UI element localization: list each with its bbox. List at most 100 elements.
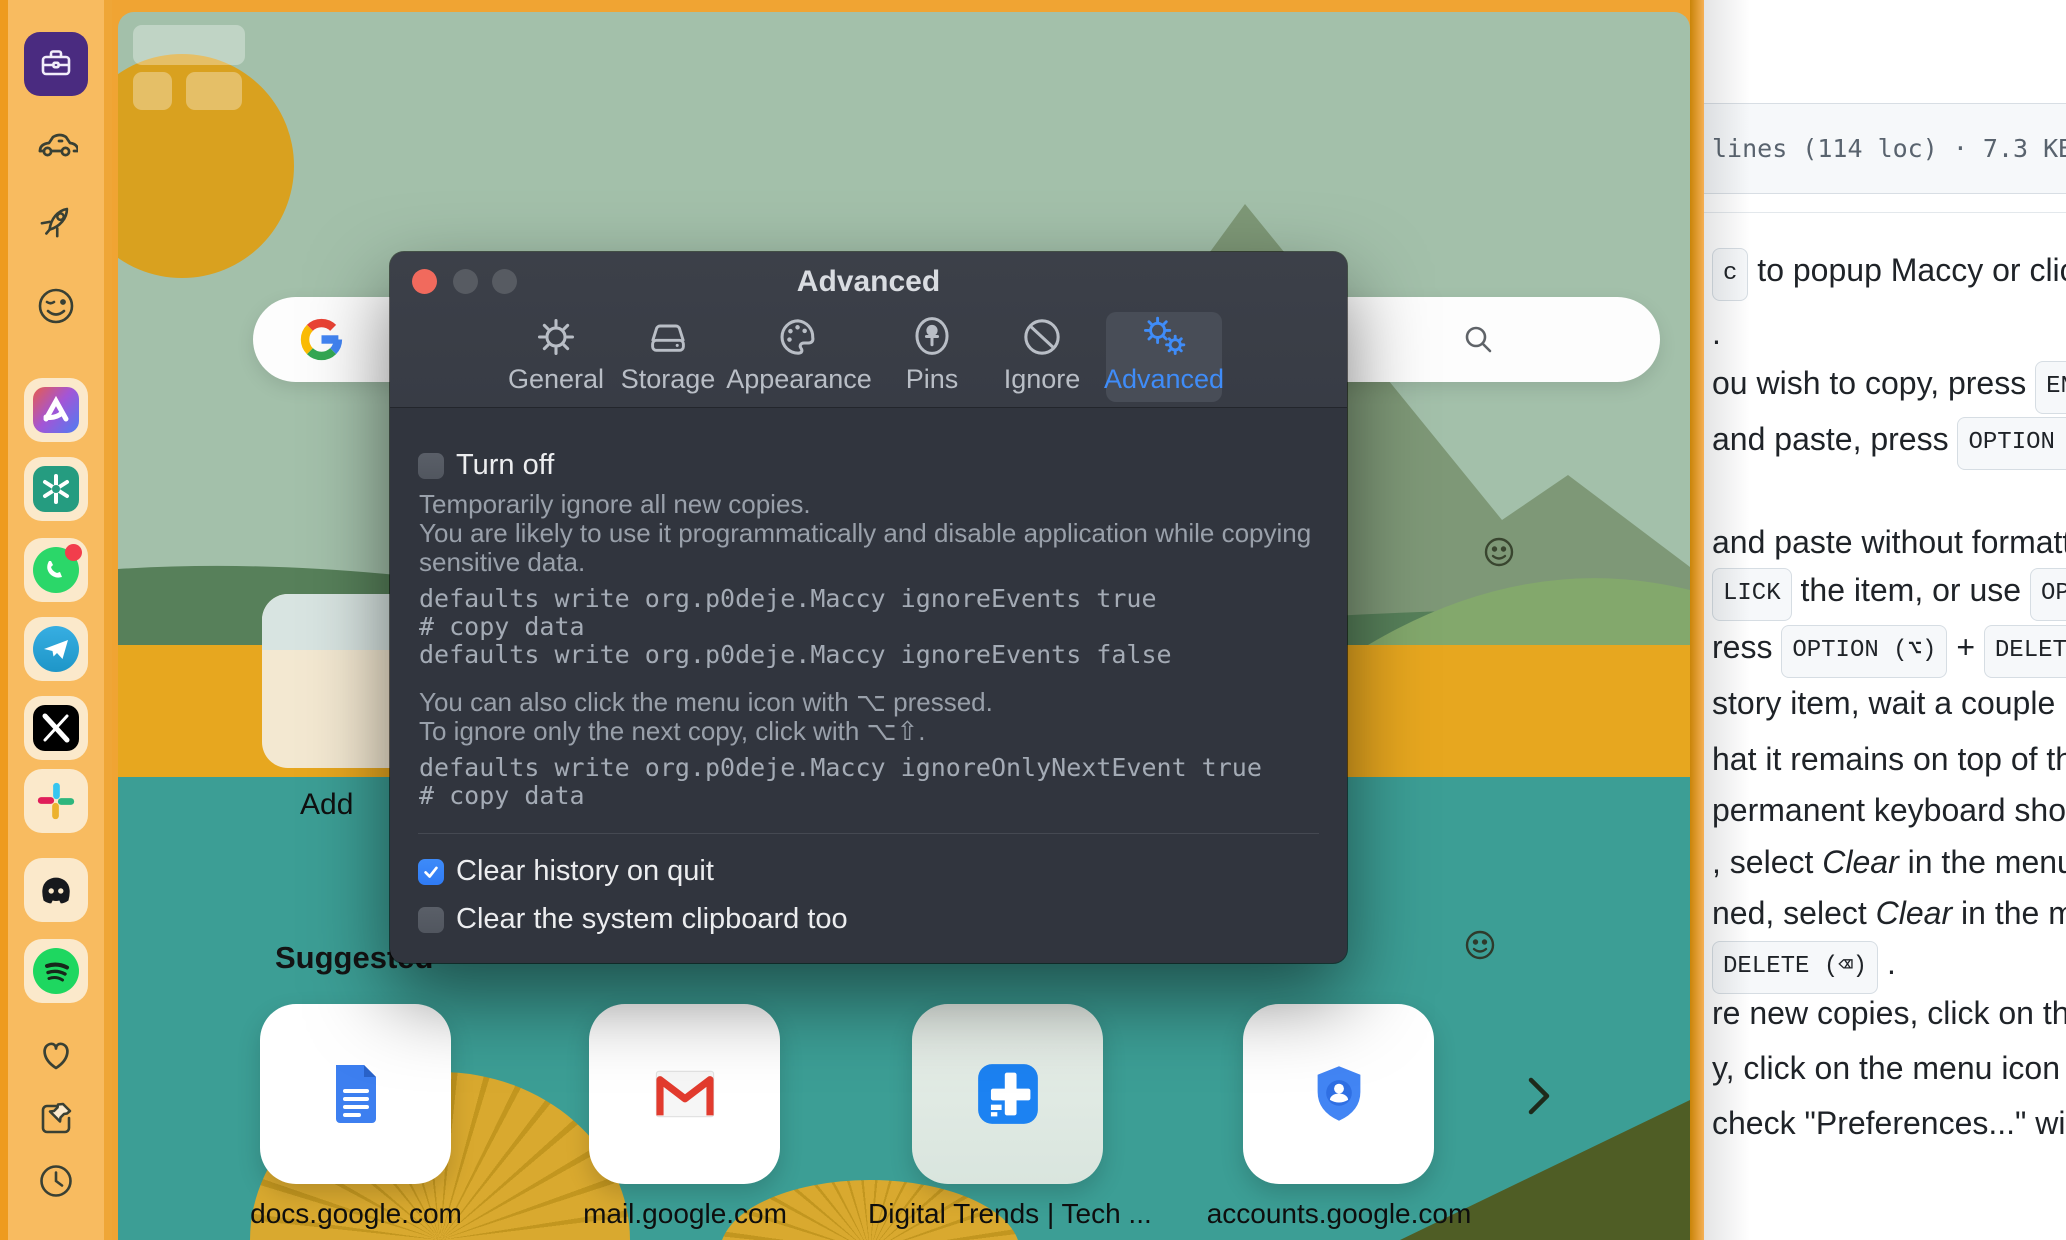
readme-text: +	[1947, 629, 1983, 665]
kbd-badge: ENTER	[2035, 361, 2066, 414]
clock-icon	[36, 1161, 76, 1201]
menu-hint-2: To ignore only the next copy, click with…	[419, 717, 1319, 746]
app-spotify[interactable]	[24, 939, 88, 1003]
add-shortcut-label: Add	[300, 788, 353, 822]
tab-appearance[interactable]: Appearance	[724, 312, 874, 402]
app-slack[interactable]	[24, 769, 88, 833]
smiley-doodle	[1461, 926, 1499, 964]
shortcut-label: mail.google.com	[545, 1198, 825, 1230]
clear-clipboard-row[interactable]: Clear the system clipboard too	[418, 903, 848, 936]
pin-share-icon	[36, 1098, 76, 1138]
readme-line: ress OPTION (⌥) + DELETE	[1712, 625, 2066, 678]
readme-text: the item, or use	[1792, 572, 2030, 608]
readme-text: in the m	[1952, 895, 2066, 931]
app-whatsapp[interactable]	[24, 538, 88, 602]
readme-line: story item, wait a couple	[1712, 681, 2055, 725]
clear-history-row[interactable]: Clear history on quit	[418, 855, 714, 888]
discord-icon	[33, 867, 79, 913]
internal-drive-icon	[593, 312, 743, 358]
telegram-icon	[33, 626, 79, 672]
dialog-title: Advanced	[390, 265, 1347, 299]
readme-line: y, click on the menu icon	[1712, 1046, 2060, 1090]
readme-line: LICK the item, or use OPTION	[1712, 568, 2066, 621]
readme-text: ned, select	[1712, 895, 1876, 931]
shortcut-digital-trends[interactable]	[912, 1004, 1103, 1184]
defaults-code-block-2: defaults write org.p0deje.Maccy ignoreOn…	[419, 754, 1262, 810]
workspace-briefcase-tile[interactable]	[24, 32, 88, 96]
tab-storage[interactable]: Storage	[593, 312, 743, 402]
wink-face-tab[interactable]	[34, 284, 78, 328]
ignore-description-2: You are likely to use it programmaticall…	[419, 519, 1324, 577]
turn-off-row[interactable]: Turn off	[418, 449, 554, 482]
app-arc[interactable]	[24, 378, 88, 442]
clear-history-label: Clear history on quit	[456, 855, 714, 888]
kbd-badge: LICK	[1712, 568, 1792, 621]
maccy-preferences-window: Advanced General Storage Appearance	[390, 252, 1347, 963]
readme-line: and paste, press OPTION (⌥	[1712, 417, 2066, 470]
shortcut-label: docs.google.com	[216, 1198, 496, 1230]
shortcut-docs[interactable]	[260, 1004, 451, 1184]
kbd-badge: OPTION	[2030, 568, 2066, 621]
readme-line: ou wish to copy, press ENTER	[1712, 361, 2066, 414]
readme-text: check "Preferences..." wi	[1712, 1105, 2066, 1141]
readme-text: .	[1878, 945, 1896, 981]
file-meta-text: lines (114 loc) · 7.3 KB	[1712, 134, 2066, 163]
more-shortcuts-chevron[interactable]	[1526, 1074, 1552, 1123]
paint-palette-icon	[724, 312, 874, 358]
pinned-tab[interactable]	[36, 1098, 76, 1138]
app-chatgpt[interactable]	[24, 457, 88, 521]
app-telegram[interactable]	[24, 617, 88, 681]
briefcase-icon	[36, 44, 76, 84]
clear-history-checkbox[interactable]	[418, 859, 444, 885]
spotify-icon	[33, 948, 79, 994]
readme-line: ned, select Clear in the m	[1712, 891, 2066, 935]
search-icon[interactable]	[1463, 324, 1494, 355]
tab-advanced[interactable]: Advanced	[1089, 312, 1239, 402]
readme-text: and paste without formatti	[1712, 524, 2066, 560]
kbd-badge: c	[1712, 248, 1748, 301]
readme-text: re new copies, click on the	[1712, 995, 2066, 1031]
ignore-description-1: Temporarily ignore all new copies.	[419, 490, 1319, 519]
wink-face-icon	[34, 284, 78, 328]
readme-text: and paste, press	[1712, 421, 1957, 457]
readme-line: hat it remains on top of th	[1712, 737, 2066, 781]
readme-text: .	[1712, 315, 1721, 351]
app-x[interactable]	[24, 696, 88, 760]
shortcut-gmail[interactable]	[589, 1004, 780, 1184]
car-tab[interactable]	[34, 122, 78, 166]
turn-off-checkbox[interactable]	[418, 453, 444, 479]
arc-sidebar	[0, 0, 112, 1240]
readme-line: .	[1712, 311, 1721, 355]
rocket-tab[interactable]	[34, 200, 78, 244]
readme-text: story item, wait a couple	[1712, 685, 2055, 721]
rocket-icon	[34, 200, 78, 244]
readme-text: ress	[1712, 629, 1781, 665]
favorites-tab[interactable]	[36, 1036, 76, 1076]
shortcut-google-accounts[interactable]	[1243, 1004, 1434, 1184]
readme-text: , select	[1712, 844, 1822, 880]
digital-trends-icon	[976, 1062, 1040, 1126]
readme-line: permanent keyboard shor	[1712, 788, 2066, 832]
readme-text: permanent keyboard shor	[1712, 792, 2066, 828]
google-g-logo	[299, 317, 344, 362]
readme-text: hat it remains on top of th	[1712, 741, 2066, 777]
readme-text: to popup Maccy or click	[1748, 252, 2066, 288]
defaults-code-block-1: defaults write org.p0deje.Maccy ignoreEv…	[419, 585, 1172, 669]
car-icon	[34, 122, 78, 166]
heart-icon	[36, 1036, 76, 1076]
arc-browser-icon	[33, 387, 79, 433]
readme-line: c to popup Maccy or click	[1712, 248, 2066, 301]
readme-italic: Clear	[1876, 895, 1952, 931]
readme-line: check "Preferences..." wi	[1712, 1101, 2066, 1145]
app-discord[interactable]	[24, 858, 88, 922]
notification-badge	[65, 544, 82, 561]
dialog-toolbar: Advanced General Storage Appearance	[390, 252, 1347, 408]
two-gears-icon	[1089, 312, 1239, 358]
readme-text: y, click on the menu icon	[1712, 1050, 2060, 1086]
clear-clipboard-checkbox[interactable]	[418, 907, 444, 933]
google-docs-icon	[328, 1061, 384, 1127]
history-tab[interactable]	[36, 1161, 76, 1201]
whatsapp-icon	[33, 547, 79, 593]
shortcut-label: Digital Trends | Tech ...	[868, 1198, 1148, 1230]
smiley-doodle	[1480, 533, 1518, 571]
